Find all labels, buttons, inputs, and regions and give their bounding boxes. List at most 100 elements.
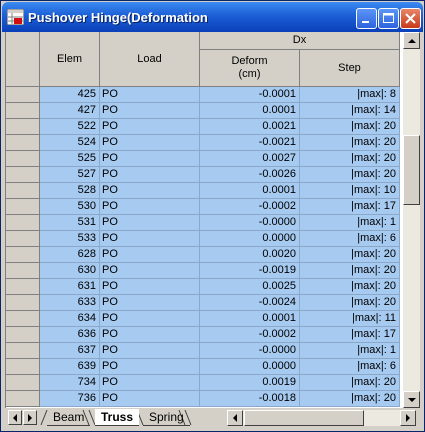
cell-step[interactable]: |max|: 20 [300,151,400,167]
row-selector[interactable] [6,279,40,295]
cell-load[interactable]: PO [100,375,200,391]
cell-deform[interactable]: -0.0002 [200,327,300,343]
column-header-elem[interactable]: Elem [40,32,100,87]
scroll-up-button[interactable] [403,32,420,49]
cell-elem[interactable]: 527 [40,167,100,183]
row-selector[interactable] [6,183,40,199]
cell-load[interactable]: PO [100,343,200,359]
row-selector[interactable] [6,167,40,183]
vertical-scroll-thumb[interactable] [403,135,420,205]
cell-deform[interactable]: 0.0001 [200,311,300,327]
cell-elem[interactable]: 533 [40,231,100,247]
cell-deform[interactable]: 0.0001 [200,183,300,199]
cell-elem[interactable]: 630 [40,263,100,279]
cell-deform[interactable]: 0.0025 [200,279,300,295]
cell-elem[interactable]: 633 [40,295,100,311]
cell-elem[interactable]: 636 [40,327,100,343]
scroll-right-button[interactable] [400,410,416,426]
cell-load[interactable]: PO [100,359,200,375]
cell-step[interactable]: |max|: 20 [300,391,400,407]
row-selector[interactable] [6,199,40,215]
cell-load[interactable]: PO [100,119,200,135]
tab-next-button[interactable] [23,410,37,425]
cell-deform[interactable]: 0.0000 [200,231,300,247]
row-selector[interactable] [6,327,40,343]
row-selector[interactable] [6,263,40,279]
horizontal-scroll-thumb[interactable] [244,410,364,426]
cell-step[interactable]: |max|: 1 [300,343,400,359]
cell-step[interactable]: |max|: 17 [300,199,400,215]
select-all-corner[interactable] [6,32,40,87]
cell-load[interactable]: PO [100,311,200,327]
cell-elem[interactable]: 525 [40,151,100,167]
cell-load[interactable]: PO [100,199,200,215]
vertical-scrollbar[interactable] [403,32,420,408]
cell-load[interactable]: PO [100,295,200,311]
cell-load[interactable]: PO [100,247,200,263]
scroll-down-button[interactable] [403,391,420,408]
row-selector[interactable] [6,215,40,231]
tab-prev-button[interactable] [8,410,22,425]
cell-step[interactable]: |max|: 20 [300,295,400,311]
row-selector[interactable] [6,295,40,311]
cell-step[interactable]: |max|: 20 [300,167,400,183]
cell-load[interactable]: PO [100,327,200,343]
cell-deform[interactable]: 0.0001 [200,103,300,119]
cell-elem[interactable]: 736 [40,391,100,407]
cell-deform[interactable]: -0.0019 [200,263,300,279]
cell-step[interactable]: |max|: 20 [300,247,400,263]
cell-load[interactable]: PO [100,279,200,295]
row-selector[interactable] [6,359,40,375]
row-selector[interactable] [6,247,40,263]
cell-load[interactable]: PO [100,183,200,199]
cell-deform[interactable]: 0.0020 [200,247,300,263]
cell-step[interactable]: |max|: 14 [300,103,400,119]
cell-deform[interactable]: -0.0000 [200,343,300,359]
row-selector[interactable] [6,231,40,247]
cell-step[interactable]: |max|: 1 [300,215,400,231]
row-selector[interactable] [6,375,40,391]
cell-elem[interactable]: 528 [40,183,100,199]
cell-load[interactable]: PO [100,87,200,103]
cell-deform[interactable]: 0.0021 [200,119,300,135]
cell-step[interactable]: |max|: 20 [300,135,400,151]
tab-spring[interactable]: Spring [143,409,190,426]
cell-elem[interactable]: 628 [40,247,100,263]
cell-elem[interactable]: 734 [40,375,100,391]
cell-elem[interactable]: 531 [40,215,100,231]
cell-deform[interactable]: -0.0002 [200,199,300,215]
row-selector[interactable] [6,343,40,359]
column-header-load[interactable]: Load [100,32,200,87]
minimize-button[interactable] [356,8,377,29]
cell-deform[interactable]: -0.0021 [200,135,300,151]
cell-deform[interactable]: -0.0026 [200,167,300,183]
cell-load[interactable]: PO [100,151,200,167]
tab-truss[interactable]: Truss [95,409,140,426]
data-grid[interactable]: Elem Load Dx Deform (cm) Step 425 PO -0.00… [5,32,403,408]
row-selector[interactable] [6,103,40,119]
cell-load[interactable]: PO [100,231,200,247]
row-selector[interactable] [6,151,40,167]
cell-elem[interactable]: 639 [40,359,100,375]
cell-step[interactable]: |max|: 17 [300,327,400,343]
cell-deform[interactable]: 0.0019 [200,375,300,391]
cell-elem[interactable]: 427 [40,103,100,119]
row-selector[interactable] [6,135,40,151]
column-header-deform[interactable]: Deform (cm) [200,50,300,87]
cell-step[interactable]: |max|: 6 [300,231,400,247]
cell-deform[interactable]: 0.0027 [200,151,300,167]
cell-deform[interactable]: 0.0000 [200,359,300,375]
cell-load[interactable]: PO [100,103,200,119]
cell-deform[interactable]: -0.0001 [200,87,300,103]
cell-load[interactable]: PO [100,215,200,231]
cell-step[interactable]: |max|: 20 [300,263,400,279]
cell-elem[interactable]: 524 [40,135,100,151]
tab-beam[interactable]: Beam [47,409,91,426]
cell-load[interactable]: PO [100,391,200,407]
cell-load[interactable]: PO [100,263,200,279]
cell-elem[interactable]: 530 [40,199,100,215]
title-bar[interactable]: Pushover Hinge(Deformation [2,2,423,32]
cell-step[interactable]: |max|: 6 [300,359,400,375]
row-selector[interactable] [6,119,40,135]
cell-step[interactable]: |max|: 8 [300,87,400,103]
